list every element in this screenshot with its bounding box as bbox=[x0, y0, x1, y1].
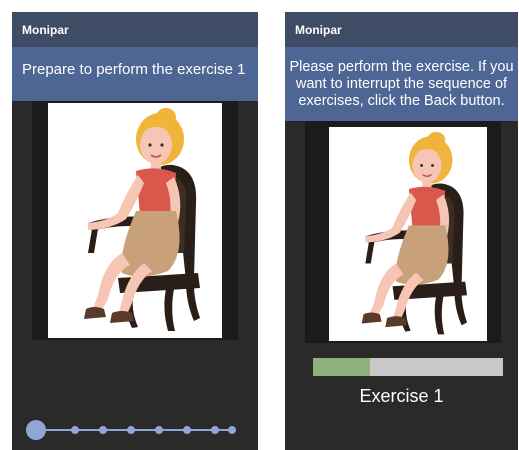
progress-fill bbox=[313, 358, 370, 376]
instruction-banner: Please perform the exercise. If you want… bbox=[285, 47, 518, 121]
perform-screen: Monipar Please perform the exercise. If … bbox=[285, 12, 518, 450]
instruction-line-1: Please perform the exercise. If you bbox=[289, 59, 514, 75]
stepper-dot bbox=[211, 426, 219, 434]
stepper-dot bbox=[127, 426, 135, 434]
seated-woman-illustration bbox=[48, 103, 222, 338]
app-bar: Monipar bbox=[285, 12, 518, 47]
app-title: Monipar bbox=[22, 22, 69, 37]
app-title: Monipar bbox=[295, 22, 342, 37]
stepper-dot-active bbox=[26, 420, 46, 440]
prepare-screen: Monipar Prepare to perform the exercise … bbox=[12, 12, 258, 450]
exercise-illustration bbox=[329, 127, 487, 341]
exercise-illustration bbox=[48, 103, 222, 338]
seated-woman-illustration bbox=[329, 127, 487, 341]
instruction-line-2: want to interrupt the sequence of bbox=[295, 76, 508, 92]
exercise-image-frame bbox=[305, 121, 501, 343]
exercise-image-frame bbox=[32, 101, 238, 340]
instruction-banner: Prepare to perform the exercise 1 bbox=[12, 47, 258, 101]
instruction-text: Prepare to perform the exercise 1 bbox=[22, 61, 246, 78]
stepper-dot bbox=[228, 426, 236, 434]
exercise-progress-bar bbox=[313, 358, 503, 376]
stepper-dot bbox=[155, 426, 163, 434]
exercise-stepper bbox=[26, 420, 236, 440]
exercise-label: Exercise 1 bbox=[359, 386, 444, 406]
instruction-line-3: exercises, click the Back button. bbox=[298, 93, 505, 109]
stepper-dot bbox=[71, 426, 79, 434]
stepper-dot bbox=[99, 426, 107, 434]
app-bar: Monipar bbox=[12, 12, 258, 47]
stepper-dot bbox=[183, 426, 191, 434]
